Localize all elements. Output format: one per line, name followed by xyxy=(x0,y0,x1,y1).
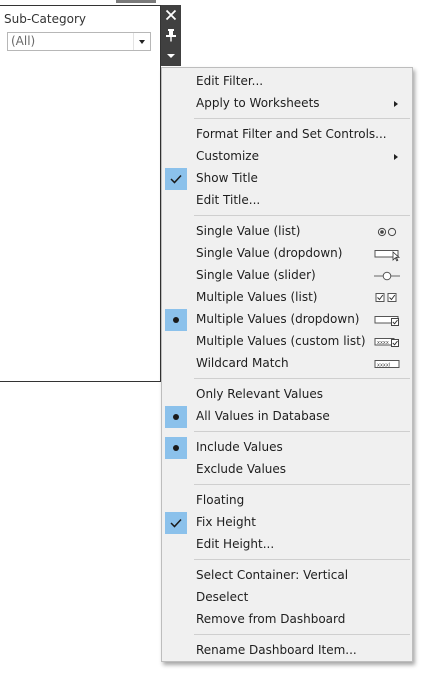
checkmark-icon xyxy=(165,512,187,534)
menu-item-label: Edit Title... xyxy=(196,193,261,207)
menu-item-customize[interactable]: Customize xyxy=(162,146,412,168)
pin-icon xyxy=(166,29,176,42)
menu-item-label: Fix Height xyxy=(196,515,256,529)
menu-item-only-relevant-values[interactable]: Only Relevant Values xyxy=(162,384,412,406)
multi-dropdown-control-icon xyxy=(374,316,399,326)
menu-item-label: Rename Dashboard Item... xyxy=(196,643,357,657)
chevron-down-icon xyxy=(167,54,175,58)
menu-item-label: Include Values xyxy=(196,440,283,454)
pin-button[interactable] xyxy=(161,25,181,45)
menu-item-label: Single Value (list) xyxy=(196,224,301,238)
selected-dot-icon xyxy=(165,406,187,428)
more-options-button[interactable] xyxy=(161,46,181,66)
submenu-arrow-icon xyxy=(394,154,398,160)
menu-item-label: Apply to Worksheets xyxy=(196,96,320,110)
slider-control-icon xyxy=(374,271,400,281)
menu-separator xyxy=(194,559,410,560)
close-button[interactable] xyxy=(161,5,181,25)
menu-item-label: Single Value (slider) xyxy=(196,268,316,282)
menu-item-label: Deselect xyxy=(196,590,249,604)
selected-dot-icon xyxy=(165,437,187,459)
menu-item-floating[interactable]: Floating xyxy=(162,490,412,512)
filter-title: Sub-Category xyxy=(4,12,86,26)
menu-item-format-filter[interactable]: Format Filter and Set Controls... xyxy=(162,124,412,146)
menu-item-include-values[interactable]: Include Values xyxy=(162,437,412,459)
menu-item-label: Format Filter and Set Controls... xyxy=(196,127,387,141)
custom-list-control-icon: xxxx xyxy=(374,338,399,347)
menu-item-rename-dashboard-item[interactable]: Rename Dashboard Item... xyxy=(162,640,412,662)
menu-item-label: Single Value (dropdown) xyxy=(196,246,343,260)
menu-item-select-container[interactable]: Select Container: Vertical xyxy=(162,565,412,587)
menu-separator xyxy=(194,484,410,485)
menu-item-label: Select Container: Vertical xyxy=(196,568,349,582)
menu-separator xyxy=(194,118,410,119)
radio-buttons-icon xyxy=(377,227,397,237)
menu-item-deselect[interactable]: Deselect xyxy=(162,587,412,609)
menu-item-edit-height[interactable]: Edit Height... xyxy=(162,534,412,556)
dropdown-control-icon xyxy=(374,250,401,262)
menu-separator xyxy=(194,215,410,216)
menu-item-label: Remove from Dashboard xyxy=(196,612,346,626)
top-tab-indicator xyxy=(116,0,156,3)
menu-item-all-values-in-database[interactable]: All Values in Database xyxy=(162,406,412,428)
menu-item-wildcard-match[interactable]: Wildcard Match xxxxl xyxy=(162,353,412,375)
menu-item-exclude-values[interactable]: Exclude Values xyxy=(162,459,412,481)
menu-item-single-value-list[interactable]: Single Value (list) xyxy=(162,221,412,243)
wildcard-control-icon: xxxxl xyxy=(374,360,400,368)
menu-item-label: Edit Height... xyxy=(196,537,275,551)
close-icon xyxy=(165,9,177,21)
menu-item-edit-title[interactable]: Edit Title... xyxy=(162,190,412,212)
checkboxes-icon xyxy=(375,293,397,302)
menu-item-label: Floating xyxy=(196,493,245,507)
menu-item-apply-to-worksheets[interactable]: Apply to Worksheets xyxy=(162,93,412,115)
menu-separator xyxy=(194,634,410,635)
menu-item-label: Multiple Values (custom list) xyxy=(196,334,366,348)
filter-toolbar xyxy=(161,5,181,66)
filter-dropdown[interactable]: (All) xyxy=(7,32,151,51)
menu-item-fix-height[interactable]: Fix Height xyxy=(162,512,412,534)
dropdown-arrow-icon[interactable] xyxy=(133,33,150,50)
menu-item-label: Exclude Values xyxy=(196,462,287,476)
menu-item-label: All Values in Database xyxy=(196,409,330,423)
svg-text:xxxx: xxxx xyxy=(377,340,389,346)
menu-item-label: Only Relevant Values xyxy=(196,387,323,401)
menu-item-edit-filter[interactable]: Edit Filter... xyxy=(162,71,412,93)
menu-item-single-value-dropdown[interactable]: Single Value (dropdown) xyxy=(162,243,412,265)
menu-item-multiple-values-dropdown[interactable]: Multiple Values (dropdown) xyxy=(162,309,412,331)
menu-item-single-value-slider[interactable]: Single Value (slider) xyxy=(162,265,412,287)
menu-item-label: Wildcard Match xyxy=(196,356,289,370)
menu-item-label: Edit Filter... xyxy=(196,74,264,88)
menu-item-label: Customize xyxy=(196,149,259,163)
menu-item-label: Multiple Values (dropdown) xyxy=(196,312,360,326)
menu-item-label: Multiple Values (list) xyxy=(196,290,318,304)
selected-dot-icon xyxy=(165,309,187,331)
filter-context-menu: Edit Filter... Apply to Worksheets Forma… xyxy=(161,67,413,662)
submenu-arrow-icon xyxy=(394,101,398,107)
menu-item-multiple-values-custom[interactable]: Multiple Values (custom list) xxxx xyxy=(162,331,412,353)
menu-item-label: Show Title xyxy=(196,171,258,185)
menu-separator xyxy=(194,378,410,379)
filter-dropdown-value: (All) xyxy=(11,34,36,48)
checkmark-icon xyxy=(165,168,187,190)
filter-card: Sub-Category (All) xyxy=(0,5,161,382)
menu-item-remove-from-dashboard[interactable]: Remove from Dashboard xyxy=(162,609,412,631)
menu-separator xyxy=(194,431,410,432)
menu-item-show-title[interactable]: Show Title xyxy=(162,168,412,190)
svg-text:xxxxl: xxxxl xyxy=(377,362,390,368)
menu-item-multiple-values-list[interactable]: Multiple Values (list) xyxy=(162,287,412,309)
